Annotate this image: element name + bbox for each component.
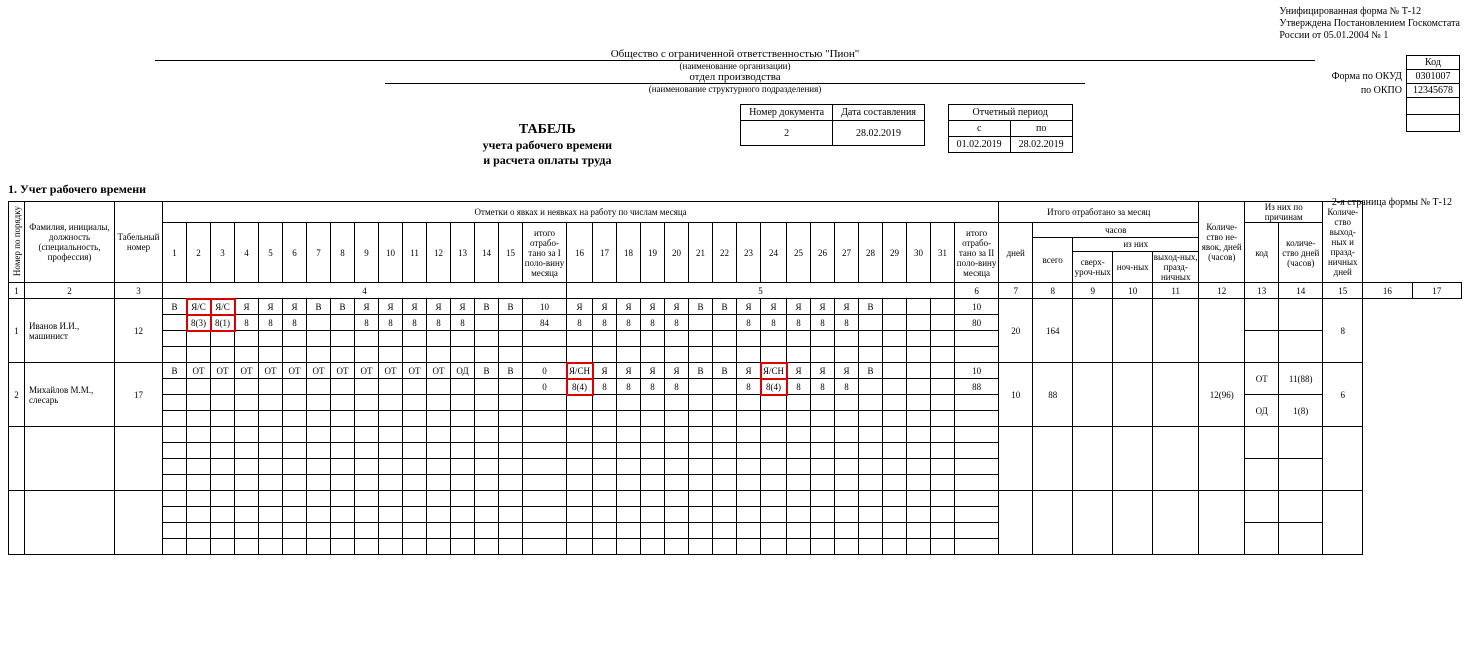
table-row: 2Михайлов М.М., слесарь17ВОТОТОТОТОТОТОТ…: [9, 363, 1462, 379]
table-header: Номер по порядку Фамилия, инициалы, долж…: [9, 202, 1462, 299]
org-name-note: (наименование организации): [8, 61, 1462, 71]
codes-block: Код Форма по ОКУД0301007 по ОКПО12345678: [1326, 55, 1460, 132]
table-row: [9, 427, 1462, 443]
page-2-label: 2-я страница формы № Т-12: [1332, 197, 1452, 208]
table-row: 1Иванов И.И., машинист12ВЯ/СЯ/СЯЯЯВВЯЯЯЯ…: [9, 299, 1462, 315]
report-period-block: Отчетный период спо 01.02.201928.02.2019: [948, 104, 1073, 153]
timesheet-table: Номер по порядку Фамилия, инициалы, долж…: [8, 201, 1462, 555]
section-1-title: 1. Учет рабочего времени: [8, 182, 1462, 197]
table-body: 1Иванов И.И., машинист12ВЯ/СЯ/СЯЯЯВВЯЯЯЯ…: [9, 299, 1462, 555]
dept-name: отдел производства: [385, 71, 1085, 84]
doc-number-block: Номер документаДата составления 228.02.2…: [740, 104, 925, 146]
dept-name-note: (наименование структурного подразделения…: [8, 84, 1462, 94]
table-row: [9, 491, 1462, 507]
doc-title: ТАБЕЛЬ учета рабочего времени и расчета …: [397, 122, 697, 168]
org-name: Общество с ограниченной ответственностью…: [155, 48, 1315, 61]
col-numbers-row: 123 4 5 6 7891011121314151617: [9, 283, 1462, 299]
form-header: Унифицированная форма № Т-12 Утверждена …: [1279, 6, 1460, 42]
